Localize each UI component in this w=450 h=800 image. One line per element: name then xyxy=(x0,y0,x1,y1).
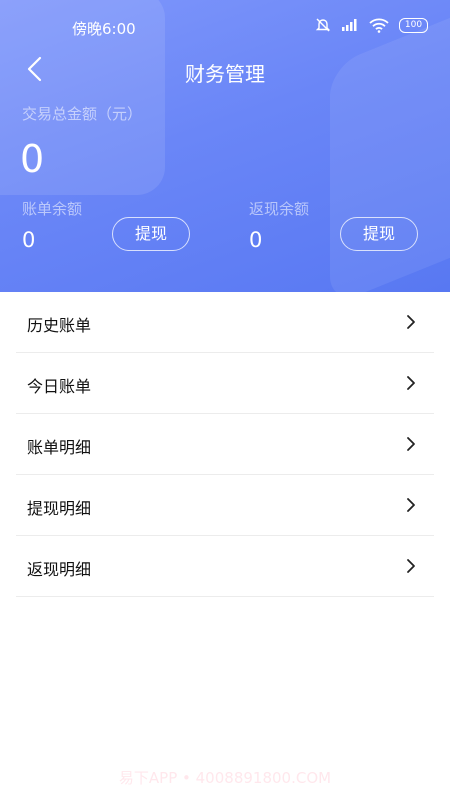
menu-item-label: 账单明细 xyxy=(27,438,92,457)
cashback-balance-label: 返现余额 xyxy=(249,200,310,218)
total-amount-value: 0 xyxy=(20,137,45,181)
menu-item-cashback-details[interactable]: 返现明细 xyxy=(16,536,434,597)
mute-icon xyxy=(315,18,331,32)
chevron-right-icon xyxy=(407,376,415,390)
finance-menu-list: 历史账单 今日账单 账单明细 提现明细 返现明细 xyxy=(0,292,450,597)
battery-icon: 100 xyxy=(399,17,428,33)
chevron-right-icon xyxy=(407,437,415,451)
signal-icon xyxy=(342,19,357,31)
total-amount-label: 交易总金额（元） xyxy=(22,105,143,123)
chevron-right-icon xyxy=(407,559,415,573)
menu-item-bill-details[interactable]: 账单明细 xyxy=(16,414,434,475)
chevron-right-icon xyxy=(407,315,415,329)
status-icons: 100 xyxy=(315,17,428,33)
cashback-balance-value: 0 xyxy=(249,228,263,252)
bill-balance-label: 账单余额 xyxy=(22,200,83,218)
menu-item-history-bills[interactable]: 历史账单 xyxy=(16,292,434,353)
page-title: 财务管理 xyxy=(185,62,265,86)
finance-header: 傍晚6:00 100 财务管理 交易总金额（元） 0 账单余额 0 提现 返现余… xyxy=(0,0,450,292)
menu-item-label: 返现明细 xyxy=(27,560,92,579)
wifi-icon xyxy=(369,18,389,33)
menu-item-label: 提现明细 xyxy=(27,499,92,518)
status-bar: 傍晚6:00 100 xyxy=(0,0,450,56)
bill-withdraw-button[interactable]: 提现 xyxy=(112,217,190,251)
menu-item-withdraw-details[interactable]: 提现明细 xyxy=(16,475,434,536)
status-time: 傍晚6:00 xyxy=(72,20,136,38)
cashback-withdraw-button[interactable]: 提现 xyxy=(340,217,418,251)
watermark-text: 易下APP • 4008891800.COM xyxy=(118,769,332,787)
chevron-right-icon xyxy=(407,498,415,512)
menu-item-label: 历史账单 xyxy=(27,316,92,335)
menu-item-today-bills[interactable]: 今日账单 xyxy=(16,353,434,414)
bill-balance-value: 0 xyxy=(22,228,36,252)
menu-item-label: 今日账单 xyxy=(27,377,92,396)
